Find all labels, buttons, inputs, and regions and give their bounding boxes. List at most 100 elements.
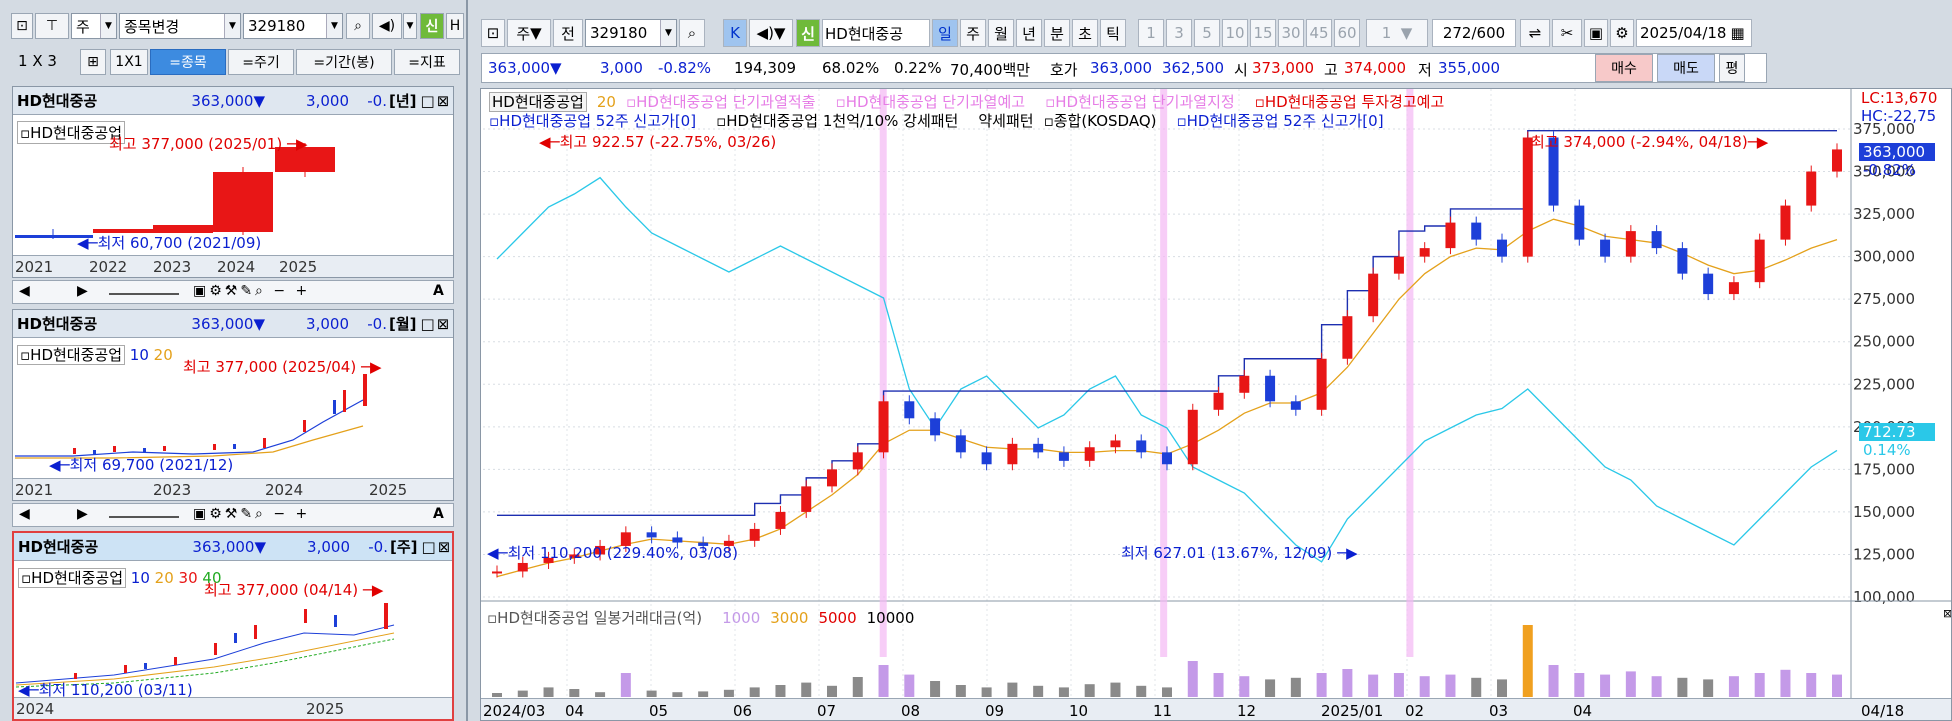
interval-3[interactable]: 3 <box>1166 19 1192 47</box>
candle <box>1110 440 1121 448</box>
period-second[interactable]: 초 <box>1072 19 1098 47</box>
volume-bar <box>1703 679 1714 697</box>
candle <box>878 401 889 453</box>
close-icon[interactable]: ⊠ <box>438 538 451 556</box>
period-yearly[interactable]: 년 <box>1016 19 1042 47</box>
candle <box>1136 440 1147 453</box>
left-stock-change-select[interactable]: 종목변경 ▼ <box>119 13 241 39</box>
period-monthly[interactable]: 월 <box>988 19 1014 47</box>
search-icon-button[interactable]: ⌕ <box>679 19 705 47</box>
y-tick-label: 325,000 <box>1853 205 1915 223</box>
candle <box>1265 375 1276 402</box>
kosdaq-low-annotation: 최저 627.01 (13.67%, 12/09) ─▶ <box>1121 544 1358 562</box>
main-type-select[interactable]: 주 ▼ <box>507 19 551 47</box>
search-icon-button[interactable]: ⌕ <box>346 13 370 39</box>
period-minute[interactable]: 분 <box>1044 19 1070 47</box>
interval-5[interactable]: 5 <box>1194 19 1220 47</box>
volume-bar <box>1239 676 1250 697</box>
change: 3,000 <box>306 91 349 110</box>
interval-60[interactable]: 60 <box>1334 19 1360 47</box>
period-tick[interactable]: 틱 <box>1100 19 1126 47</box>
event-band <box>1160 89 1168 657</box>
volume-bar <box>1471 677 1482 697</box>
layout-1x3-label[interactable]: 1 X 3 <box>18 52 57 70</box>
tab-stock[interactable]: =종목 <box>150 49 226 75</box>
candle <box>1728 282 1739 295</box>
bar-count-field[interactable]: 272/600 <box>1432 19 1516 47</box>
volume-bar <box>1162 687 1172 697</box>
k-button[interactable]: K <box>723 19 747 47</box>
tab-index[interactable]: =지표 <box>394 49 460 75</box>
close-icon[interactable]: ⊠ <box>437 92 450 110</box>
interval-10[interactable]: 10 <box>1222 19 1248 47</box>
volume-bar <box>1832 674 1842 697</box>
new-listing-badge[interactable]: 신 <box>420 13 444 39</box>
monthly-scrollbar[interactable]: ◀ ▶ ▣⚙⚒✎⌕ − + A <box>12 503 454 527</box>
pin-icon-button[interactable]: ⊤ <box>35 13 69 39</box>
layout-1x1-button[interactable]: 1X1 <box>110 49 148 75</box>
y-tick-label: 225,000 <box>1853 375 1915 393</box>
interval-1[interactable]: 1 <box>1138 19 1164 47</box>
tab-range[interactable]: =기간(봉) <box>296 49 392 75</box>
window-icon-button[interactable]: ⊡ <box>481 19 505 47</box>
volume-bar <box>852 677 863 697</box>
left-type-select[interactable]: 주 ▼ <box>71 13 117 39</box>
maximize-icon[interactable]: □ <box>422 538 436 556</box>
period-daily[interactable]: 일 <box>932 19 958 47</box>
tool-icons[interactable]: ▣⚙⚒✎⌕ − + <box>193 283 310 299</box>
x-axis: 2024/03 04 05 06 07 08 09 10 11 12 2025/… <box>481 698 1951 720</box>
close-icon[interactable]: ⊠ <box>437 315 450 333</box>
volume-bar <box>1290 677 1301 697</box>
avg-button[interactable]: 평 <box>1719 54 1745 82</box>
candle <box>1316 358 1327 410</box>
tools-icon-button[interactable]: ✂ <box>1552 19 1582 47</box>
y-tick-label: 100,000 <box>1853 588 1915 606</box>
volume-bar <box>1058 687 1069 697</box>
period-weekly[interactable]: 주 <box>960 19 986 47</box>
maximize-icon[interactable]: □ <box>421 315 435 333</box>
volume-bar <box>1419 676 1430 697</box>
volume-bar <box>1548 665 1559 697</box>
candle <box>1651 231 1662 249</box>
new-listing-badge[interactable]: 신 <box>796 19 820 47</box>
main-chart[interactable]: 100,000125,000150,000175,000200,000225,0… <box>480 88 1952 721</box>
left-code-input[interactable]: 329180 ▼ <box>243 13 343 39</box>
interval-45[interactable]: 45 <box>1306 19 1332 47</box>
weekly-chart-panel[interactable]: HD현대중공 363,000▼ 3,000 -0. [주] □ ⊠ ▫HD현대중공… <box>12 531 454 721</box>
candle <box>1780 205 1791 240</box>
yearly-chart-panel[interactable]: HD현대중공 363,000▼ 3,000 -0. [년] □ ⊠ ▫HD현대중공… <box>12 86 454 278</box>
buy-button[interactable]: 매수 <box>1595 54 1653 82</box>
unit-select[interactable]: 1 ▼ <box>1366 19 1428 47</box>
interval-15[interactable]: 15 <box>1250 19 1276 47</box>
grid-icon-button[interactable]: ⊞ <box>80 49 106 75</box>
sell-button[interactable]: 매도 <box>1657 54 1715 82</box>
candle <box>1806 171 1817 206</box>
left-pane: ⊡ ⊤ 주 ▼ 종목변경 ▼ 329180 ▼ ⌕ ◀) ▼ 신 H 1 X 3 ⊞ … <box>0 0 468 721</box>
main-code-input[interactable]: 329180 ▼ <box>585 19 677 47</box>
candle <box>1058 452 1069 461</box>
tool-icons[interactable]: ▣⚙⚒✎⌕ − + <box>193 506 310 522</box>
volume-bar <box>595 692 606 697</box>
compare-icon-button[interactable]: ⇌ <box>1520 19 1550 47</box>
gear-icon[interactable]: ⚙ <box>1610 19 1634 47</box>
window-icon-button[interactable]: ⊡ <box>11 13 33 39</box>
volume-bar <box>672 692 683 697</box>
speaker-icon-button[interactable]: ◀) <box>372 13 402 39</box>
close-volume-icon[interactable]: ⊠ <box>1943 607 1951 620</box>
change-pct: -0. <box>367 91 387 110</box>
dropdown-icon-button[interactable]: ▼ <box>403 13 417 39</box>
maximize-icon[interactable]: □ <box>421 92 435 110</box>
interval-30[interactable]: 30 <box>1278 19 1304 47</box>
volume-bar <box>1084 684 1095 697</box>
volume-bar <box>1677 677 1688 697</box>
monthly-chart-panel[interactable]: HD현대중공 363,000▼ 3,000 -0. [월] □ ⊠ ▫HD현대중공… <box>12 309 454 501</box>
date-field[interactable]: 2025/04/18 ▦ <box>1636 19 1752 47</box>
volume-bar <box>1136 685 1147 697</box>
stock-name-field[interactable]: HD현대중공 <box>822 19 930 47</box>
tab-period[interactable]: =주기 <box>228 49 294 75</box>
volume-bar <box>1754 673 1765 697</box>
prev-button[interactable]: 전 <box>553 19 583 47</box>
save-icon-button[interactable]: ▣ <box>1584 19 1608 47</box>
yearly-scrollbar[interactable]: ◀ ▶ ▣⚙⚒✎⌕ − + A <box>12 280 454 304</box>
speaker-icon-button[interactable]: ◀)▼ <box>749 19 793 47</box>
